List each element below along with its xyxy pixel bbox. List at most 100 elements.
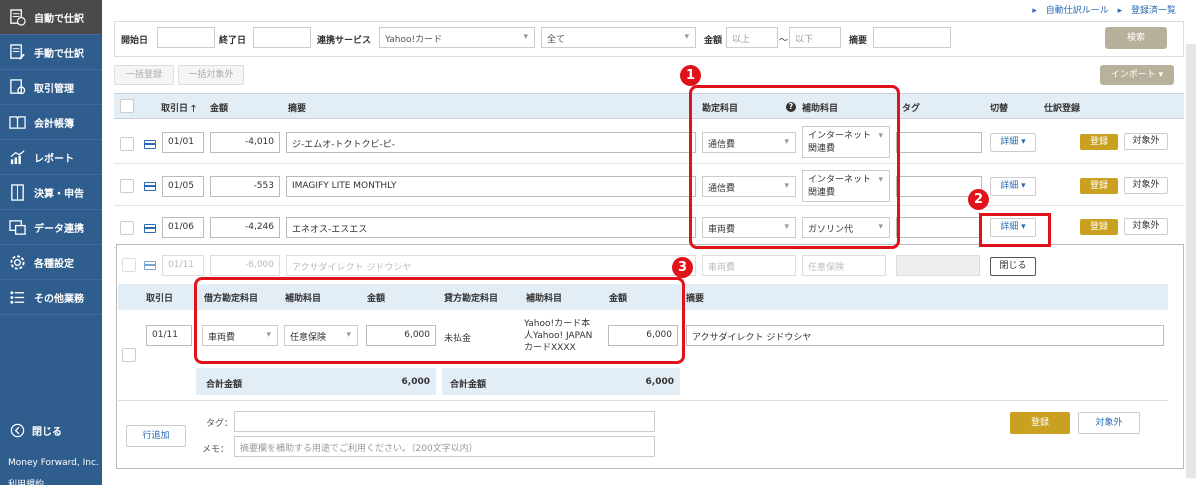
date-input[interactable]: 01/05 [162,176,204,197]
date-input[interactable]: 01/01 [162,132,204,153]
auto-rule-link[interactable]: ▸ 自動仕訳ルール [1032,6,1108,16]
bottom-exclude-button[interactable]: 対象外 [1078,412,1140,434]
sidebar-label: 決算・申告 [34,188,84,200]
main-content: ▸ 自動仕訳ルール ▸ 登録済一覧 開始日 終了日 連携サービス Yahoo!カ… [102,0,1200,485]
exclude-button[interactable]: 対象外 [1124,133,1168,150]
credit-card-icon [144,182,156,191]
amount-min-input[interactable]: 以上 [726,27,778,48]
row-checkbox[interactable] [120,221,134,235]
list-icon [8,288,26,306]
amount-input[interactable]: -4,246 [210,217,280,238]
annotation-box-2 [979,213,1051,247]
amount-min-placeholder: 以上 [732,35,751,45]
table-row: 01/05 -553 IMAGIFY LITE MONTHLY 通信費 インター… [114,166,1184,206]
col-register: 仕訳登録 [1044,104,1081,114]
annotation-box-3 [194,277,685,364]
amount-input[interactable]: -4,010 [210,132,280,153]
exclude-button[interactable]: 対象外 [1124,177,1168,194]
amount-label: 金額 [704,36,723,46]
amount-input[interactable]: -553 [210,176,280,197]
monitor-icon [8,218,26,236]
sidebar-close-label: 閉じる [32,426,62,438]
memo-input[interactable]: IMAGIFY LITE MONTHLY [286,176,696,197]
top-links: ▸ 自動仕訳ルール ▸ 登録済一覧 [1026,3,1176,16]
auto-journal-icon [8,8,26,26]
col-tag: タグ [902,104,921,114]
vertical-scrollbar[interactable] [1186,44,1196,478]
register-button[interactable]: 登録 [1080,134,1118,150]
sidebar-item-transactions[interactable]: 取引管理 [0,70,102,105]
registered-list-link[interactable]: ▸ 登録済一覧 [1118,6,1176,16]
sidebar-item-auto-journal[interactable]: 自動で仕訳 [0,0,102,35]
bulk-register-button[interactable]: 一括登録 [114,65,174,85]
status-select[interactable]: 全て [541,27,696,48]
split-row-checkbox[interactable] [122,348,136,362]
col-amount: 金額 [210,104,229,114]
sidebar-item-settings[interactable]: 各種設定 [0,245,102,280]
col-memo: 摘要 [288,104,307,114]
sidebar-item-books[interactable]: 会計帳簿 [0,105,102,140]
credit-card-icon [144,224,156,233]
tag-input[interactable] [896,132,982,153]
annotation-badge-3: 3 [672,257,693,278]
add-row-button[interactable]: 行追加 [126,425,186,447]
expanded-memo: アクサダイレクト ジドウシヤ [286,255,696,276]
sidebar-item-data-link[interactable]: データ連携 [0,210,102,245]
amount-tilde: ～ [779,36,789,46]
bottom-tag-input[interactable] [234,411,655,432]
bottom-memo-input[interactable]: 摘要欄を補助する用途でご利用ください。（200文字以内） [234,436,655,457]
filter-bar: 開始日 終了日 連携サービス Yahoo!カード 全て 金額 以上 ～ 以下 摘… [114,21,1184,57]
document-icon [8,183,26,201]
annotation-badge-1: 1 [680,65,701,86]
sidebar-item-manual-journal[interactable]: 手動で仕訳 [0,35,102,70]
expanded-tag [896,255,980,276]
bulk-exclude-button[interactable]: 一括対象外 [178,65,244,85]
import-button[interactable]: インポート ▾ [1100,65,1174,85]
register-button[interactable]: 登録 [1080,219,1118,235]
close-detail-button[interactable]: 閉じる [990,257,1036,276]
sidebar-item-reports[interactable]: レポート [0,140,102,175]
credit-sum-value: 6,000 [645,377,674,387]
debit-sum-cell: 合計金額 6,000 [196,368,436,395]
date-input[interactable]: 01/06 [162,217,204,238]
terms-link[interactable]: 利用規約 [8,477,44,490]
register-button[interactable]: 登録 [1080,178,1118,194]
sidebar-close-button[interactable]: 閉じる [8,421,62,439]
sidebar-label: 自動で仕訳 [34,13,84,25]
service-select[interactable]: Yahoo!カード [379,27,535,48]
memo-filter-input[interactable] [873,27,951,48]
select-all-checkbox[interactable] [120,99,134,113]
credit-sum-label: 合計金額 [450,380,487,390]
sidebar-label: データ連携 [34,223,84,235]
start-date-input[interactable] [157,27,215,48]
col-date[interactable]: 取引日 🡑 [161,101,196,117]
row-checkbox[interactable] [120,137,134,151]
col-switch: 切替 [990,104,1009,114]
sidebar-item-other[interactable]: その他業務 [0,280,102,315]
detail-button[interactable]: 詳細 ▾ [990,177,1036,196]
sidebar-label: 各種設定 [34,258,74,270]
registered-list-label: 登録済一覧 [1130,6,1176,16]
service-label: 連携サービス [317,36,372,46]
split-date-input[interactable]: 01/11 [146,325,192,346]
book-icon [8,113,26,131]
sidebar-item-settlement[interactable]: 決算・申告 [0,175,102,210]
split-memo-input[interactable]: アクサダイレクト ジドウシヤ [686,325,1164,346]
expanded-account: 車両費 [702,255,796,276]
expanded-amount: -6,000 [210,255,280,276]
detail-button[interactable]: 詳細 ▾ [990,133,1036,152]
row-checkbox[interactable] [120,179,134,193]
transactions-icon [8,78,26,96]
credit-sum-cell: 合計金額 6,000 [442,368,680,395]
bottom-register-button[interactable]: 登録 [1010,412,1070,434]
amount-max-placeholder: 以下 [795,35,814,45]
tag-input[interactable] [896,217,982,238]
table-row: 01/01 -4,010 ジ-エムオ-トクトクビ-ピ- 通信費 インターネット関… [114,124,1184,164]
memo-input[interactable]: エネオス-エスエス [286,217,696,238]
end-date-input[interactable] [253,27,311,48]
expanded-date: 01/11 [162,255,204,276]
exclude-button[interactable]: 対象外 [1124,218,1168,235]
memo-input[interactable]: ジ-エムオ-トクトクビ-ピ- [286,132,696,153]
search-button[interactable]: 検索 [1105,27,1167,49]
amount-max-input[interactable]: 以下 [789,27,841,48]
